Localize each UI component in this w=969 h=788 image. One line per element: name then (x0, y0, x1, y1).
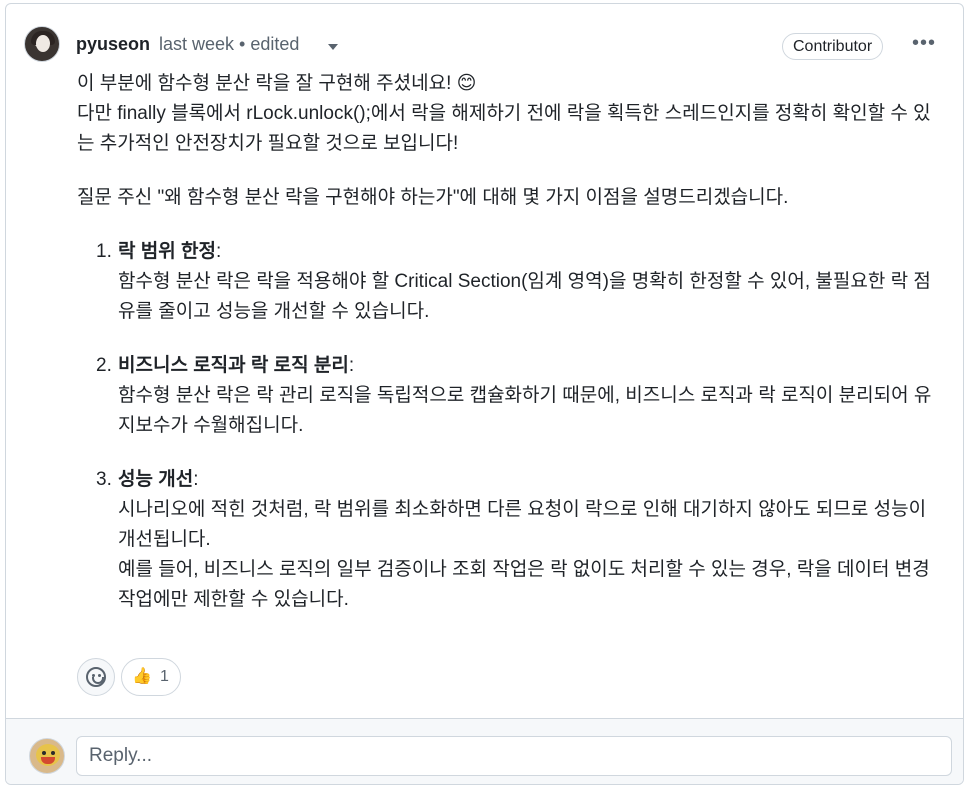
reply-input[interactable] (76, 736, 952, 776)
reply-bar (6, 718, 963, 784)
add-reaction-button[interactable] (77, 658, 115, 696)
list-item-text: 예를 들어, 비즈니스 로직의 일부 검증이나 조회 작업은 락 없이도 처리할… (118, 559, 930, 610)
contributor-badge: Contributor (782, 33, 884, 60)
list-item: 2. 비즈니스 로직과 락 로직 분리: 함수형 분산 락은 락 관리 로직을 … (77, 351, 947, 441)
current-user-avatar (29, 738, 65, 774)
numbered-list: 1. 락 범위 한정: 함수형 분산 락은 락을 적용해야 할 Critical… (77, 237, 947, 615)
comment-body: 이 부분에 함수형 분산 락을 잘 구현해 주셨네요! 😊 다만 finally… (77, 69, 947, 639)
list-item-title: 비즈니스 로직과 락 로직 분리 (118, 355, 349, 376)
thumbs-up-reaction-button[interactable]: 👍 1 (121, 658, 181, 696)
list-item: 3. 성능 개선: 시나리오에 적힌 것처럼, 락 범위를 최소화하면 다른 요… (77, 465, 947, 615)
comment-meta[interactable]: last week • edited (159, 34, 299, 55)
list-item-text: 함수형 분산 락은 락 관리 로직을 독립적으로 캡슐화하기 때문에, 비즈니스… (118, 385, 932, 436)
author-name[interactable]: pyuseon (76, 34, 150, 55)
chevron-down-icon[interactable] (328, 44, 338, 50)
more-options-icon[interactable]: ••• (909, 33, 939, 57)
list-item-title: 락 범위 한정 (118, 241, 216, 262)
list-number: 1. (96, 241, 112, 262)
list-number: 3. (96, 469, 112, 490)
comment-paragraph: 이 부분에 함수형 분산 락을 잘 구현해 주셨네요! 😊 (77, 73, 477, 94)
list-item-text: 함수형 분산 락은 락을 적용해야 할 Critical Section(임계 … (118, 271, 931, 322)
list-item: 1. 락 범위 한정: 함수형 분산 락은 락을 적용해야 할 Critical… (77, 237, 947, 327)
comment-card: pyuseon last week • edited Contributor •… (5, 3, 964, 785)
list-item-text: 시나리오에 적힌 것처럼, 락 범위를 최소화하면 다른 요청이 락으로 인해 … (118, 499, 927, 550)
thumbs-up-icon: 👍 (132, 668, 152, 685)
comment-paragraph: 질문 주신 "왜 함수형 분산 락을 구현해야 하는가"에 대해 몇 가지 이점… (77, 187, 789, 208)
reaction-count: 1 (160, 668, 169, 685)
list-number: 2. (96, 355, 112, 376)
list-item-title: 성능 개선 (118, 469, 194, 490)
smiley-icon (86, 667, 106, 687)
comment-paragraph: 다만 finally 블록에서 rLock.unlock();에서 락을 해제하… (77, 103, 931, 154)
avatar[interactable] (24, 26, 60, 62)
comment-header: pyuseon last week • edited Contributor •… (6, 4, 963, 74)
